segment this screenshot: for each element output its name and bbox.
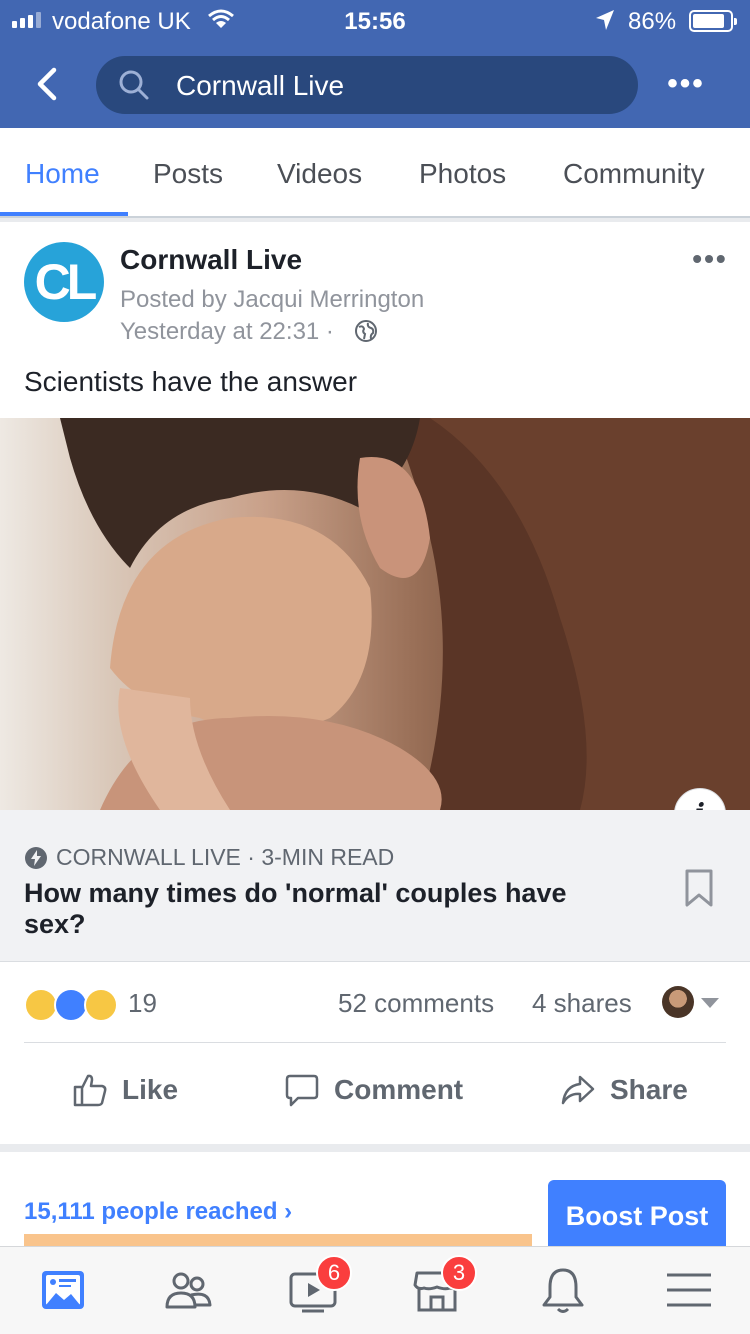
people-reached-link[interactable]: 15,111 people reached › bbox=[24, 1198, 292, 1226]
posted-by: Posted by Jacqui Merrington bbox=[120, 286, 425, 313]
post-text: Scientists have the answer bbox=[24, 366, 358, 397]
share-count[interactable]: 4 shares bbox=[532, 988, 632, 1019]
notifications-bell-icon[interactable] bbox=[538, 1265, 588, 1315]
news-feed-icon[interactable] bbox=[38, 1265, 88, 1315]
top-bar: vodafone UK 15:56 86% Cornwall Live ••• bbox=[0, 0, 750, 128]
reactions-row: 19 52 comments 4 shares bbox=[0, 962, 750, 1042]
tab-home[interactable]: Home bbox=[25, 158, 100, 190]
like-button[interactable]: Like bbox=[72, 1068, 178, 1112]
thumbs-up-icon bbox=[73, 1074, 107, 1107]
back-chevron-icon[interactable] bbox=[30, 66, 66, 102]
bottom-nav: 6 3 bbox=[0, 1246, 750, 1334]
tab-community[interactable]: Community bbox=[563, 158, 705, 190]
comment-button[interactable]: Comment bbox=[284, 1068, 463, 1112]
link-preview-image[interactable] bbox=[0, 418, 750, 810]
search-bar[interactable]: Cornwall Live bbox=[96, 56, 638, 114]
comment-count[interactable]: 52 comments bbox=[338, 988, 494, 1019]
comment-icon bbox=[285, 1074, 319, 1107]
reaction-count[interactable]: 19 bbox=[128, 988, 157, 1019]
divider bbox=[24, 1042, 726, 1043]
more-options-icon[interactable]: ••• bbox=[666, 66, 706, 102]
link-source: CORNWALL LIVE · 3-MIN READ bbox=[56, 844, 395, 870]
tab-posts[interactable]: Posts bbox=[153, 158, 223, 190]
reaction-icons[interactable] bbox=[24, 988, 118, 1022]
post-card: CL Cornwall Live Posted by Jacqui Merrin… bbox=[0, 222, 750, 1144]
video-badge: 6 bbox=[316, 1255, 352, 1291]
save-bookmark-icon[interactable] bbox=[684, 868, 714, 908]
groups-icon[interactable] bbox=[163, 1265, 213, 1315]
viewer-avatar[interactable] bbox=[662, 986, 694, 1018]
sad-icon bbox=[84, 988, 118, 1022]
battery-percent: 86% bbox=[628, 8, 677, 35]
marketplace-badge: 3 bbox=[441, 1255, 477, 1291]
like-icon bbox=[54, 988, 88, 1022]
active-tab-indicator bbox=[0, 212, 128, 216]
boost-post-button[interactable]: Boost Post bbox=[548, 1180, 726, 1252]
action-row: Like Comment Share bbox=[0, 1044, 750, 1144]
promotion-card: 15,111 people reached › Boost Post bbox=[0, 1152, 750, 1252]
like-label: Like bbox=[122, 1074, 179, 1105]
link-source-line: CORNWALL LIVE · 3-MIN READ bbox=[24, 844, 394, 871]
instant-article-bolt-icon bbox=[25, 846, 47, 869]
share-arrow-icon bbox=[561, 1075, 595, 1105]
globe-icon bbox=[355, 320, 377, 342]
caret-down-icon[interactable] bbox=[701, 998, 719, 1008]
page-avatar[interactable]: CL bbox=[24, 242, 104, 322]
tab-photos[interactable]: Photos bbox=[419, 158, 506, 190]
comment-label: Comment bbox=[334, 1074, 464, 1105]
page-tabs: Home Posts Videos Photos Community bbox=[0, 128, 750, 218]
battery-icon bbox=[689, 10, 737, 32]
page-name[interactable]: Cornwall Live bbox=[120, 244, 302, 276]
share-button[interactable]: Share bbox=[560, 1068, 688, 1112]
menu-hamburger-icon[interactable] bbox=[664, 1265, 714, 1315]
search-query: Cornwall Live bbox=[176, 70, 345, 101]
chevron-right-icon: › bbox=[284, 1198, 293, 1225]
post-options-icon[interactable]: ••• bbox=[688, 244, 732, 274]
link-preview[interactable]: CORNWALL LIVE · 3-MIN READ How many time… bbox=[0, 810, 750, 962]
status-bar: vodafone UK 15:56 86% bbox=[0, 0, 750, 40]
link-title: How many times do 'normal' couples have … bbox=[24, 878, 567, 939]
haha-icon bbox=[24, 988, 58, 1022]
couple-photo-illustration bbox=[60, 418, 750, 810]
search-icon bbox=[119, 70, 149, 100]
post-timestamp[interactable]: Yesterday at 22:31 · bbox=[120, 318, 334, 346]
location-arrow-icon bbox=[596, 10, 614, 30]
tab-videos[interactable]: Videos bbox=[277, 158, 362, 190]
reach-bar bbox=[24, 1234, 532, 1246]
people-reached-text: 15,111 people reached bbox=[24, 1198, 278, 1225]
share-label: Share bbox=[610, 1074, 688, 1105]
